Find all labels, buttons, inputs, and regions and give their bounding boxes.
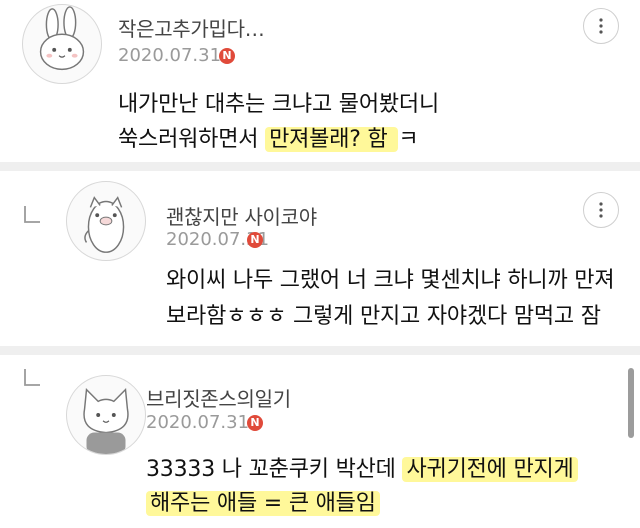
more-button[interactable] <box>583 192 619 228</box>
reply-item: 괜찮지만 사이코야 2020.07.31 N 와이씨 나두 그랬어 너 크냐 몇… <box>0 171 640 346</box>
new-badge: N <box>247 415 263 431</box>
comment-separator <box>0 162 640 171</box>
scrollbar[interactable] <box>628 368 634 438</box>
highlighted-text: 만져볼래? 함 <box>265 127 399 152</box>
comment-text: 쑥스러워하면서 <box>118 127 266 152</box>
more-vertical-icon <box>599 18 603 34</box>
more-button[interactable] <box>583 8 619 44</box>
highlighted-text: 해주는 애들 = 큰 애들임 <box>146 491 380 516</box>
comment-separator <box>0 346 640 355</box>
comment-text-line: 보라함ㅎㅎㅎ 그렇게 만지고 자야겠다 맘먹고 잠 <box>166 304 601 329</box>
comment-text-line: 해주는 애들 = 큰 애들임 <box>146 485 380 517</box>
comment-author[interactable]: 작은고추가밉다… <box>118 13 265 42</box>
comment-text-line: 쑥스러워하면서 만져볼래? 함 ㅋ <box>118 121 419 153</box>
comment-author[interactable]: 괜찮지만 사이코야 <box>166 201 317 230</box>
comment-text: 33333 나 꼬춘쿠키 박산데 <box>146 457 403 482</box>
reply-item: 브리짓존스의일기 2020.07.31 N 33333 나 꼬춘쿠키 박산데 사… <box>0 355 640 528</box>
rabbit-avatar-icon[interactable] <box>22 4 102 84</box>
highlighted-text: 사귀기전에 만지게 <box>402 457 578 482</box>
comment-text-line: 33333 나 꼬춘쿠키 박산데 사귀기전에 만지게 <box>146 451 578 483</box>
cat-avatar-icon[interactable] <box>66 375 146 455</box>
comment-item: 작은고추가밉다… 2020.07.31 N 내가만난 대추는 크냐고 물어봤더니… <box>0 0 640 160</box>
pig-avatar-icon[interactable] <box>66 181 146 261</box>
new-badge: N <box>247 232 263 248</box>
reply-arrow-icon <box>24 369 40 386</box>
comment-text-line: 내가만난 대추는 크냐고 물어봤더니 <box>118 92 439 117</box>
comment-author[interactable]: 브리짓존스의일기 <box>146 383 291 412</box>
new-badge: N <box>219 48 235 64</box>
comment-text-line: 와이씨 나두 그랬어 너 크냐 몇센치냐 하니까 만져 <box>166 268 615 293</box>
comment-date: 2020.07.31 <box>118 45 222 66</box>
comment-date: 2020.07.31 <box>146 412 250 433</box>
more-vertical-icon <box>599 202 603 218</box>
reply-arrow-icon <box>24 206 40 223</box>
comment-text: ㅋ <box>398 127 419 152</box>
